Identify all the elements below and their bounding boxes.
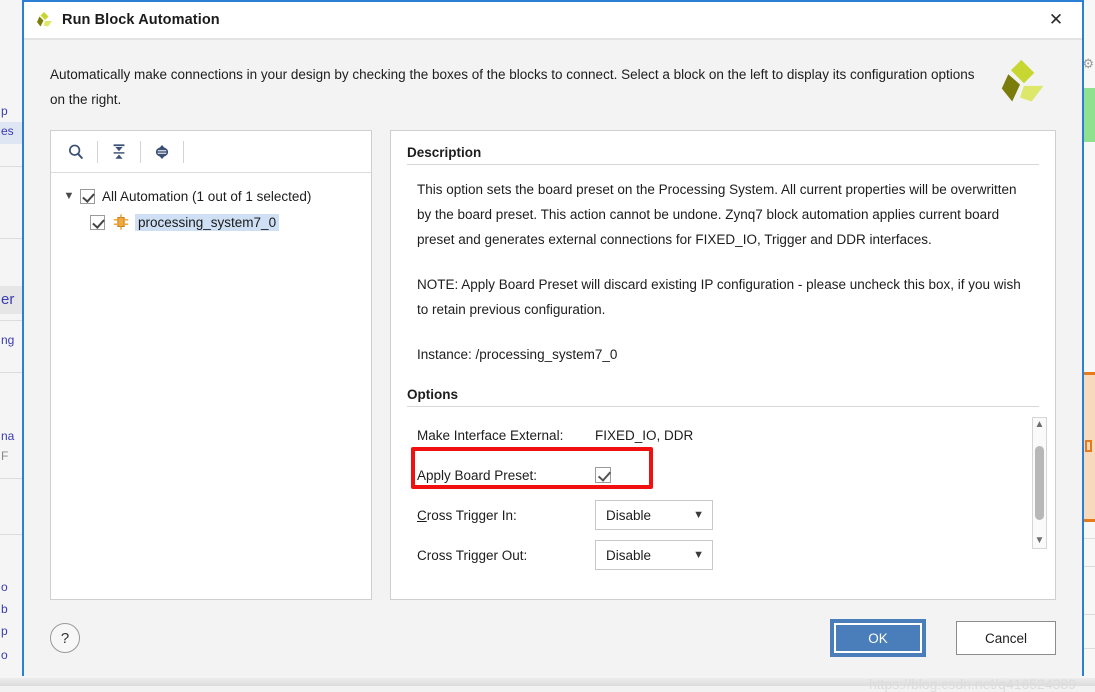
option-row-cross-trigger-out: Cross Trigger Out: Disable ▼ <box>417 535 1011 575</box>
toolbar-divider <box>183 141 184 163</box>
bg-fragment: er <box>1 291 14 308</box>
tree-row-all-automation[interactable]: ▼ All Automation (1 out of 1 selected) <box>51 183 371 209</box>
option-label-make-interface-external: Make Interface External: <box>417 428 595 443</box>
intro-text: Automatically make connections in your d… <box>50 62 980 112</box>
option-label-cross-trigger-in: Cross Trigger In: <box>417 508 595 523</box>
background-left-panel: p es er ng na F o b p o <box>0 0 22 686</box>
description-heading: Description <box>391 145 1055 164</box>
options-area: Make Interface External: FIXED_IO, DDR A… <box>391 415 1055 599</box>
option-row-cross-trigger-in: Cross Trigger In: Disable ▼ <box>417 495 1011 535</box>
bg-divider <box>0 478 22 479</box>
tree-label-all-automation: All Automation (1 out of 1 selected) <box>102 189 311 204</box>
tree-toolbar <box>51 131 371 173</box>
bg-divider <box>0 166 22 167</box>
description-body: This option sets the board preset on the… <box>391 165 1055 367</box>
options-scrollbar[interactable]: ▲ ▼ <box>1032 417 1047 549</box>
detail-panel: Description This option sets the board p… <box>390 130 1056 600</box>
dropdown-cross-trigger-out[interactable]: Disable ▼ <box>595 540 713 570</box>
dialog-title: Run Block Automation <box>62 12 220 28</box>
bg-orange-pin <box>1085 440 1092 452</box>
checkbox-apply-board-preset[interactable] <box>595 467 611 483</box>
dialog-body: Automatically make connections in your d… <box>24 40 1082 676</box>
dropdown-cross-trigger-out-value: Disable <box>606 548 651 563</box>
bg-fragment: F <box>1 449 8 463</box>
tree-label-processing-system7-0: processing_system7_0 <box>135 214 279 231</box>
dropdown-cross-trigger-in[interactable]: Disable ▼ <box>595 500 713 530</box>
option-row-apply-board-preset: Apply Board Preset: <box>417 455 1011 495</box>
description-paragraph-1: This option sets the board preset on the… <box>417 177 1033 252</box>
bg-fragment: b <box>1 602 8 616</box>
chevron-down-icon[interactable]: ▼ <box>1035 534 1045 548</box>
bg-divider <box>0 534 22 535</box>
tree-content: ▼ All Automation (1 out of 1 selected) <box>51 173 371 599</box>
bg-fragment: p <box>1 104 8 118</box>
xilinx-logo-icon <box>34 10 54 30</box>
options-list: Make Interface External: FIXED_IO, DDR A… <box>391 415 1055 575</box>
watermark-text: https://blog.csdn.net/q416524389 <box>869 676 1076 692</box>
option-label-cross-trigger-out: Cross Trigger Out: <box>417 548 595 563</box>
toolbar-divider <box>140 141 141 163</box>
collapse-all-icon[interactable] <box>102 135 136 169</box>
ip-block-icon <box>112 213 130 231</box>
expand-all-icon[interactable] <box>145 135 179 169</box>
chevron-up-icon[interactable]: ▲ <box>1035 418 1045 432</box>
bg-fragment: p <box>1 624 8 638</box>
gear-icon: ⚙ <box>1082 56 1094 72</box>
chevron-down-icon: ▼ <box>693 509 704 521</box>
bg-fragment: na <box>1 429 14 443</box>
bg-fragment: ng <box>1 333 14 347</box>
dropdown-cross-trigger-in-value: Disable <box>606 508 651 523</box>
description-paragraph-note: NOTE: Apply Board Preset will discard ex… <box>417 272 1033 322</box>
close-icon[interactable]: ✕ <box>1038 2 1074 38</box>
dialog-footer: ? OK Cancel https://blog.csdn.net/q41652… <box>24 600 1082 676</box>
dialog-panels: ▼ All Automation (1 out of 1 selected) <box>24 112 1082 600</box>
cancel-button[interactable]: Cancel <box>956 621 1056 655</box>
bg-fragment: o <box>1 580 8 594</box>
ok-button[interactable]: OK <box>832 621 924 655</box>
help-button[interactable]: ? <box>50 623 80 653</box>
bg-fragment: es <box>1 124 14 138</box>
toolbar-divider <box>97 141 98 163</box>
option-label-apply-board-preset: Apply Board Preset: <box>417 468 595 483</box>
scrollbar-thumb[interactable] <box>1035 446 1044 520</box>
search-icon[interactable] <box>59 135 93 169</box>
option-row-make-interface-external: Make Interface External: FIXED_IO, DDR <box>417 415 1011 455</box>
option-value-make-interface-external: FIXED_IO, DDR <box>595 428 693 443</box>
run-block-automation-dialog: Run Block Automation ✕ Automatically mak… <box>22 0 1084 676</box>
chevron-down-icon[interactable]: ▼ <box>61 188 77 204</box>
option-label-cross-trigger-in-mnemonic: C <box>417 508 427 523</box>
options-heading: Options <box>391 387 1055 406</box>
xilinx-logo-large-icon <box>994 56 1046 108</box>
checkbox-all-automation[interactable] <box>80 189 95 204</box>
bg-divider <box>0 372 22 373</box>
checkbox-processing-system7-0[interactable] <box>90 215 105 230</box>
options-divider <box>407 406 1039 407</box>
dialog-titlebar: Run Block Automation ✕ <box>24 2 1082 38</box>
chevron-down-icon: ▼ <box>693 549 704 561</box>
bg-fragment: o <box>1 648 8 662</box>
bg-divider <box>0 320 22 321</box>
automation-tree-panel: ▼ All Automation (1 out of 1 selected) <box>50 130 372 600</box>
option-label-cross-trigger-in-rest: ross Trigger In: <box>427 508 517 523</box>
description-instance: Instance: /processing_system7_0 <box>417 342 1033 367</box>
dialog-intro: Automatically make connections in your d… <box>24 40 1082 112</box>
tree-row-processing-system[interactable]: processing_system7_0 <box>51 209 371 235</box>
bg-divider <box>0 238 22 239</box>
